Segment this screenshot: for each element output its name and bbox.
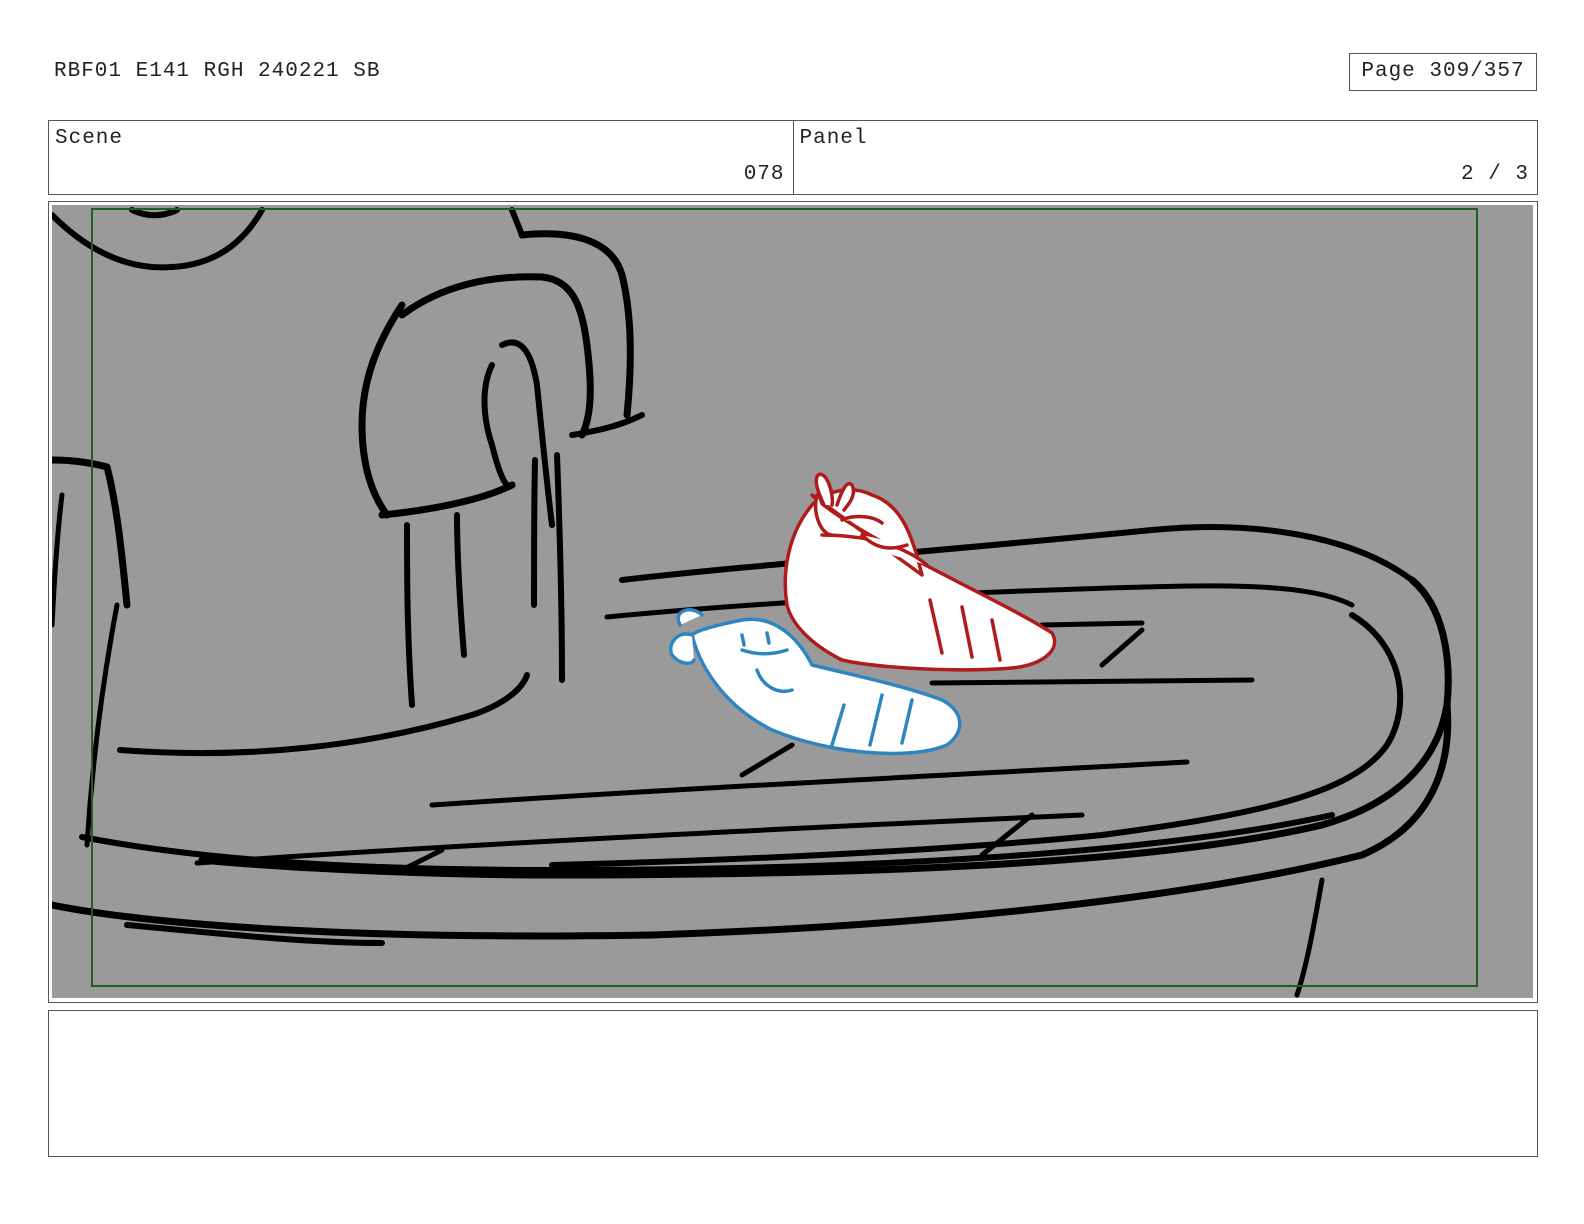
scene-number: 078	[743, 163, 785, 186]
panel-label: Panel	[799, 127, 868, 150]
panel-cell: Panel 2 / 3	[792, 121, 1538, 194]
document-title: RBF01 E141 RGH 240221 SB	[54, 60, 381, 83]
storyboard-panel	[48, 201, 1538, 1003]
scene-label: Scene	[55, 127, 124, 150]
panel-number: 2 / 3	[1460, 163, 1529, 186]
panel-drawing	[52, 205, 1533, 998]
page-indicator: Page 309/357	[1349, 53, 1537, 91]
scene-cell: Scene 078	[49, 121, 793, 194]
scene-panel-info: Scene 078 Panel 2 / 3	[48, 120, 1538, 195]
dialogue-notes-box	[48, 1010, 1538, 1157]
